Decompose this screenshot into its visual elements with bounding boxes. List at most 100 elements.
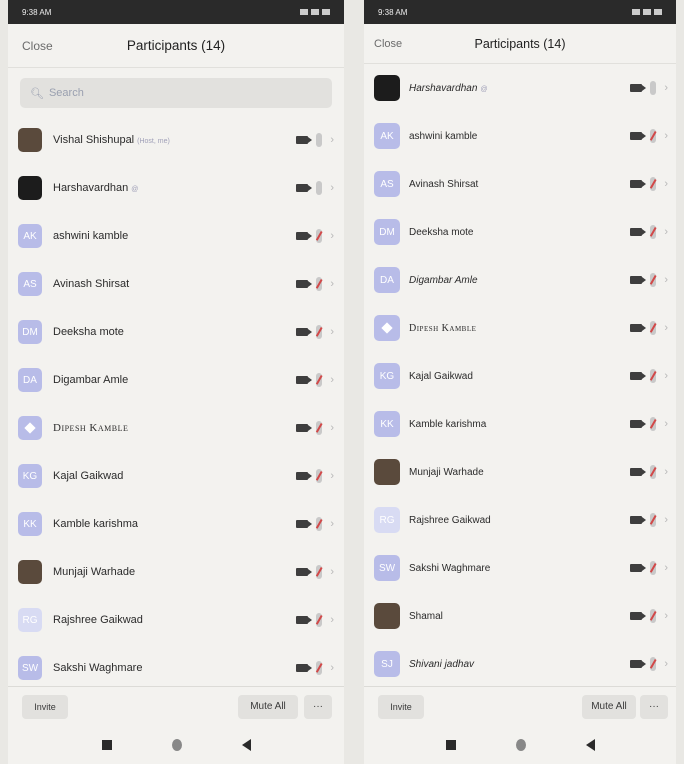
participant-row[interactable]: Harshavardhan @ › [364,64,676,112]
recents-icon[interactable] [101,740,112,750]
participant-row[interactable]: KG Kajal Gaikwad › [364,352,676,400]
participant-row[interactable]: DA Digambar Amle › [364,256,676,304]
video-camera-icon [296,136,313,144]
chevron-right-icon[interactable]: › [664,370,668,382]
participant-name: Dipesh Kamble [53,422,128,434]
chevron-right-icon[interactable]: › [330,662,334,674]
participant-row[interactable]: AK ashwini kamble › [364,112,676,160]
more-button[interactable]: ··· [304,694,332,719]
chevron-right-icon[interactable]: › [330,182,334,194]
chevron-right-icon[interactable]: › [330,134,334,146]
chevron-right-icon[interactable]: › [330,230,334,242]
back-icon[interactable] [241,739,251,751]
participant-row[interactable]: Dipesh Kamble › [364,304,676,352]
back-icon[interactable] [585,739,595,751]
chevron-right-icon[interactable]: › [664,514,668,526]
chevron-right-icon[interactable]: › [330,614,334,626]
status-icons [300,9,330,15]
participant-row[interactable]: Dipesh Kamble › [8,404,344,452]
chevron-right-icon[interactable]: › [664,418,668,430]
video-camera-icon [630,516,647,524]
close-button[interactable]: Close [22,39,53,53]
participant-controls: › [296,325,334,339]
video-camera-icon [630,276,647,284]
mute-all-button[interactable]: Mute All [582,694,636,719]
participant-row[interactable]: SW Sakshi Waghmare › [364,544,676,592]
chevron-right-icon[interactable]: › [664,610,668,622]
participant-row[interactable]: Munjaji Warhade › [364,448,676,496]
microphone-muted-icon [316,277,323,291]
participant-row[interactable]: DM Deeksha mote › [8,308,344,356]
chevron-right-icon[interactable]: › [664,82,668,94]
video-camera-icon [296,568,313,576]
chevron-right-icon[interactable]: › [664,178,668,190]
participant-controls: › [630,129,668,143]
chevron-right-icon[interactable]: › [664,322,668,334]
participant-row[interactable]: Vishal Shishupal (Host, me) › [8,116,344,164]
invite-button[interactable]: Invite [22,694,68,719]
participant-row[interactable]: AK ashwini kamble › [8,212,344,260]
avatar: DA [18,368,42,392]
recents-icon[interactable] [445,740,456,750]
participant-row[interactable]: KG Kajal Gaikwad › [8,452,344,500]
avatar: RG [18,608,42,632]
participant-row[interactable]: AS Avinash Shirsat › [8,260,344,308]
chevron-right-icon[interactable]: › [330,278,334,290]
avatar [18,176,42,200]
invite-button[interactable]: Invite [378,694,424,719]
video-camera-icon [630,324,647,332]
participant-row[interactable]: KK Kamble karishma › [8,500,344,548]
microphone-muted-icon [650,321,657,335]
chevron-right-icon[interactable]: › [330,326,334,338]
chevron-right-icon[interactable]: › [330,374,334,386]
participant-row[interactable]: RG Rajshree Gaikwad › [364,496,676,544]
home-icon[interactable] [515,739,526,751]
chevron-right-icon[interactable]: › [330,422,334,434]
more-button[interactable]: ··· [640,694,668,719]
participant-row[interactable]: KK Kamble karishma › [364,400,676,448]
participant-name: Avinash Shirsat [53,278,129,290]
chevron-right-icon[interactable]: › [330,518,334,530]
chevron-right-icon[interactable]: › [664,130,668,142]
participant-name: Munjaji Warhade [409,467,484,478]
participant-controls: › [630,81,668,95]
home-icon[interactable] [171,739,182,751]
avatar: KK [18,512,42,536]
participant-row[interactable]: DM Deeksha mote › [364,208,676,256]
avatar: DM [18,320,42,344]
chevron-right-icon[interactable]: › [664,466,668,478]
chevron-right-icon[interactable]: › [664,658,668,670]
search-input[interactable]: 🔍︎ Search [20,78,332,108]
chevron-right-icon[interactable]: › [664,226,668,238]
participant-row[interactable]: SW Sakshi Waghmare › [8,644,344,692]
participant-name-text: Kamble karishma [409,418,487,430]
participant-controls: › [296,517,334,531]
participants-header: Close Participants (14) [8,24,344,68]
participant-name: Harshavardhan @ [409,83,487,94]
participant-row[interactable]: AS Avinash Shirsat › [364,160,676,208]
mute-all-button[interactable]: Mute All [238,694,298,719]
avatar: DM [374,219,400,245]
microphone-muted-icon [316,469,323,483]
video-camera-icon [630,420,647,428]
participant-name-text: Kajal Gaikwad [53,470,124,482]
microphone-muted-icon [650,369,657,383]
chevron-right-icon[interactable]: › [330,566,334,578]
participant-controls: › [630,177,668,191]
participant-row[interactable]: Harshavardhan @ › [8,164,344,212]
video-camera-icon [296,376,313,384]
participant-controls: › [630,465,668,479]
participant-row[interactable]: DA Digambar Amle › [8,356,344,404]
video-camera-icon [630,612,647,620]
video-camera-icon [296,328,313,336]
participant-row[interactable]: Shamal › [364,592,676,640]
chevron-right-icon[interactable]: › [664,274,668,286]
participant-row[interactable]: Munjaji Warhade › [8,548,344,596]
participant-controls: › [630,321,668,335]
participant-row[interactable]: SJ Shivani jadhav › [364,640,676,688]
chevron-right-icon[interactable]: › [664,562,668,574]
chevron-right-icon[interactable]: › [330,470,334,482]
close-button[interactable]: Close [374,38,402,50]
status-icons [632,9,662,15]
participant-row[interactable]: RG Rajshree Gaikwad › [8,596,344,644]
